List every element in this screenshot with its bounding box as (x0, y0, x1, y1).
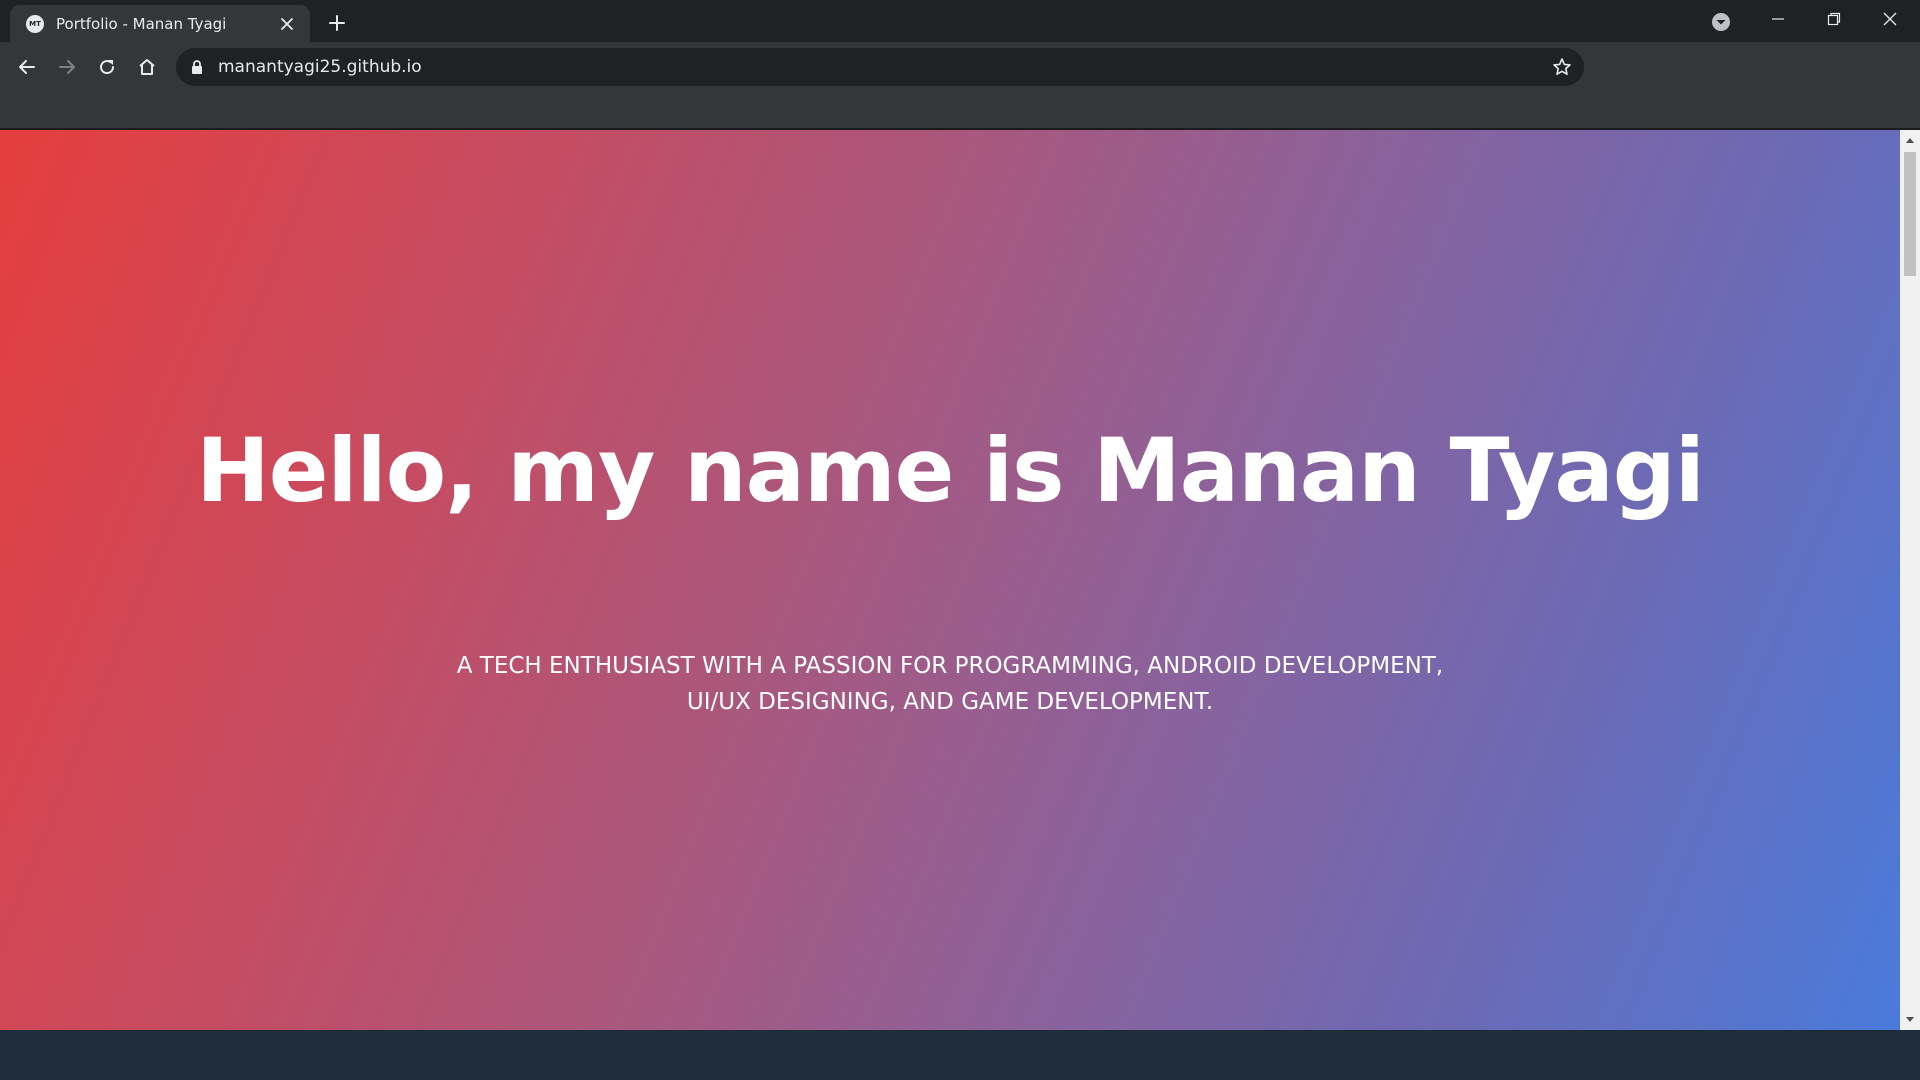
reload-button[interactable] (89, 49, 125, 85)
scroll-down-icon[interactable] (1904, 1014, 1916, 1026)
hero-section: Hello, my name is Manan Tyagi A TECH ENT… (0, 130, 1900, 1030)
minimize-button[interactable] (1750, 0, 1806, 38)
home-icon (139, 59, 155, 75)
bookmark-star-button[interactable] (1552, 57, 1572, 81)
arrow-right-icon (59, 60, 75, 74)
restore-button[interactable] (1806, 0, 1862, 38)
close-window-button[interactable] (1862, 0, 1918, 38)
reload-icon (100, 60, 115, 75)
tab-search-button[interactable] (1707, 8, 1735, 36)
plus-icon (329, 15, 345, 31)
page-viewport: Hello, my name is Manan Tyagi A TECH ENT… (0, 130, 1920, 1030)
browser-toolbar: manantyagi25.github.io (0, 42, 1920, 130)
forward-button[interactable] (49, 49, 85, 85)
next-section-band (0, 1030, 1920, 1080)
scrollbar-thumb[interactable] (1904, 152, 1916, 276)
hero-subtitle: A TECH ENTHUSIAST WITH A PASSION FOR PRO… (456, 653, 1444, 715)
address-bar[interactable]: manantyagi25.github.io (176, 48, 1584, 86)
lock-icon[interactable] (190, 59, 204, 79)
close-icon (1883, 12, 1897, 26)
vertical-scrollbar[interactable] (1900, 130, 1920, 1030)
home-button[interactable] (129, 49, 165, 85)
scroll-up-icon[interactable] (1904, 134, 1916, 146)
restore-icon (1827, 12, 1841, 26)
site-favicon-icon: MT (26, 14, 44, 33)
tab-portfolio[interactable]: MT Portfolio - Manan Tyagi (10, 5, 310, 42)
new-tab-button[interactable] (322, 8, 352, 38)
chevron-down-circle-icon (1712, 13, 1730, 31)
star-icon (1553, 58, 1571, 75)
browser-window: MT Portfolio - Manan Tyagi manantyagi25.… (0, 0, 1920, 1080)
hero-title: Hello, my name is Manan Tyagi (196, 419, 1705, 522)
arrow-left-icon (19, 60, 35, 74)
tab-title: Portfolio - Manan Tyagi (56, 14, 227, 33)
tab-strip: MT Portfolio - Manan Tyagi (0, 0, 1920, 42)
back-button[interactable] (9, 49, 45, 85)
close-icon[interactable] (276, 13, 298, 35)
url-text[interactable]: manantyagi25.github.io (218, 48, 422, 86)
minimize-icon (1772, 18, 1784, 20)
